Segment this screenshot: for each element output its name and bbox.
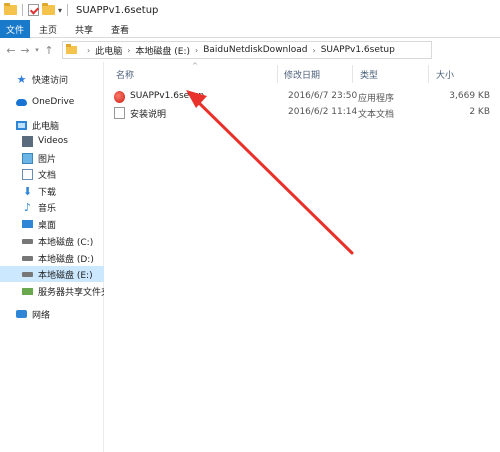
nav-drive-e[interactable]: 本地磁盘 (E:) [0, 266, 104, 282]
column-type[interactable]: 类型 [360, 68, 378, 81]
nav-this-pc[interactable]: 此电脑 [0, 117, 104, 133]
new-folder-icon[interactable] [42, 3, 55, 15]
nav-label: 本地磁盘 (C:) [38, 237, 94, 248]
nav-label: 桌面 [38, 220, 57, 231]
nav-label: 本地磁盘 (E:) [38, 270, 93, 281]
nav-downloads[interactable]: ⬇ 下载 [0, 183, 104, 199]
nav-label: 此电脑 [32, 121, 60, 132]
chevron-right-icon[interactable]: › [127, 46, 130, 55]
nav-label: 服务器共享文件夹 ( [38, 287, 104, 298]
address-bar[interactable]: › 此电脑 › 本地磁盘 (E:) › BaiduNetdiskDownload… [62, 41, 432, 59]
column-date[interactable]: 修改日期 [284, 68, 320, 81]
tab-view[interactable]: 查看 [102, 20, 138, 38]
column-header: ^ 名称 修改日期 类型 大小 [106, 62, 500, 86]
column-size[interactable]: 大小 [436, 68, 454, 81]
column-name[interactable]: 名称 [116, 68, 134, 81]
app-icon [114, 91, 125, 103]
nav-label: 文档 [38, 170, 57, 181]
video-icon [22, 135, 33, 147]
nav-network[interactable]: 网络 [0, 306, 104, 322]
drive-icon [22, 271, 33, 277]
file-name: SUAPPv1.6setup [130, 91, 205, 101]
list-item[interactable]: SUAPPv1.6setup 2016/6/7 23:50 应用程序 3,669… [112, 89, 492, 105]
file-type: 应用程序 [358, 94, 395, 104]
nav-label: 快速访问 [32, 75, 69, 86]
network-drive-icon [22, 287, 33, 295]
breadcrumb-baidu-download[interactable]: BaiduNetdiskDownload [203, 45, 307, 55]
file-date: 2016/6/7 23:50 [288, 91, 358, 101]
file-size: 3,669 KB [449, 91, 490, 101]
divider [22, 4, 23, 16]
picture-icon [22, 152, 33, 164]
nav-label: 网络 [32, 310, 51, 321]
nav-pictures[interactable]: 图片 [0, 150, 104, 166]
column-divider[interactable] [428, 65, 429, 83]
nav-server-share[interactable]: 服务器共享文件夹 ( [0, 283, 104, 299]
back-icon[interactable]: ← [4, 44, 18, 57]
nav-quick-access[interactable]: ★ 快速访问 [0, 71, 104, 87]
nav-label: OneDrive [32, 97, 75, 107]
properties-icon[interactable] [28, 4, 39, 16]
list-item[interactable]: 安装说明 2016/6/2 11:14 文本文档 2 KB [112, 105, 492, 121]
nav-videos[interactable]: Videos [0, 133, 104, 149]
column-divider[interactable] [277, 65, 278, 83]
document-icon [22, 168, 33, 180]
breadcrumb-current-folder[interactable]: SUAPPv1.6setup [321, 45, 395, 55]
file-size: 2 KB [469, 107, 490, 117]
quick-access-toolbar: ▾ [0, 3, 70, 16]
divider [67, 4, 69, 16]
cloud-icon [16, 98, 27, 106]
nav-label: 本地磁盘 (D:) [38, 254, 94, 265]
nav-onedrive[interactable]: OneDrive [0, 94, 104, 110]
nav-label: 图片 [38, 154, 57, 165]
nav-music[interactable]: ♪ 音乐 [0, 199, 104, 215]
nav-drive-d[interactable]: 本地磁盘 (D:) [0, 250, 104, 266]
drive-icon [22, 255, 33, 261]
recent-dropdown-icon[interactable]: ▾ [32, 46, 42, 54]
tab-home[interactable]: 主页 [30, 20, 66, 38]
nav-label: 下载 [38, 187, 57, 198]
star-icon: ★ [16, 72, 27, 86]
file-name: 安装说明 [130, 110, 167, 120]
desktop-icon [22, 220, 33, 228]
navigation-pane: ★ 快速访问 OneDrive 此电脑 Videos 图片 文档 ⬇ 下载 ♪ … [0, 62, 104, 452]
navigation-bar: ← → ▾ ↑ › 此电脑 › 本地磁盘 (E:) › BaiduNetdisk… [0, 39, 500, 61]
music-icon: ♪ [23, 200, 32, 214]
breadcrumb-drive-e[interactable]: 本地磁盘 (E:) [135, 44, 190, 57]
forward-icon[interactable]: → [18, 44, 32, 57]
tab-share[interactable]: 共享 [66, 20, 102, 38]
nav-documents[interactable]: 文档 [0, 166, 104, 182]
window-title: SUAPPv1.6setup [76, 4, 159, 16]
chevron-right-icon[interactable]: › [313, 46, 316, 55]
nav-drive-c[interactable]: 本地磁盘 (C:) [0, 233, 104, 249]
sort-ascending-icon: ^ [192, 62, 198, 70]
nav-desktop[interactable]: 桌面 [0, 216, 104, 232]
text-file-icon [114, 107, 125, 119]
up-icon[interactable]: ↑ [42, 44, 56, 57]
folder-icon [66, 44, 77, 54]
breadcrumb-this-pc[interactable]: 此电脑 [95, 44, 122, 57]
folder-icon [4, 3, 17, 15]
network-icon [16, 310, 27, 318]
chevron-right-icon[interactable]: › [87, 46, 90, 55]
file-date: 2016/6/2 11:14 [288, 107, 358, 117]
ribbon-tabs: 文件 主页 共享 查看 [0, 20, 500, 38]
file-type: 文本文档 [358, 110, 395, 120]
tab-file[interactable]: 文件 [0, 20, 30, 38]
nav-label: 音乐 [38, 203, 57, 214]
title-bar: ▾ SUAPPv1.6setup [0, 0, 500, 20]
chevron-right-icon[interactable]: › [195, 46, 198, 55]
file-list: ^ 名称 修改日期 类型 大小 SUAPPv1.6setup 2016/6/7 … [106, 62, 500, 452]
computer-icon [16, 120, 27, 130]
drive-icon [22, 238, 33, 244]
column-divider[interactable] [352, 65, 353, 83]
download-icon: ⬇ [22, 184, 33, 198]
customize-dropdown-icon[interactable]: ▾ [58, 6, 62, 15]
nav-label: Videos [38, 136, 68, 146]
